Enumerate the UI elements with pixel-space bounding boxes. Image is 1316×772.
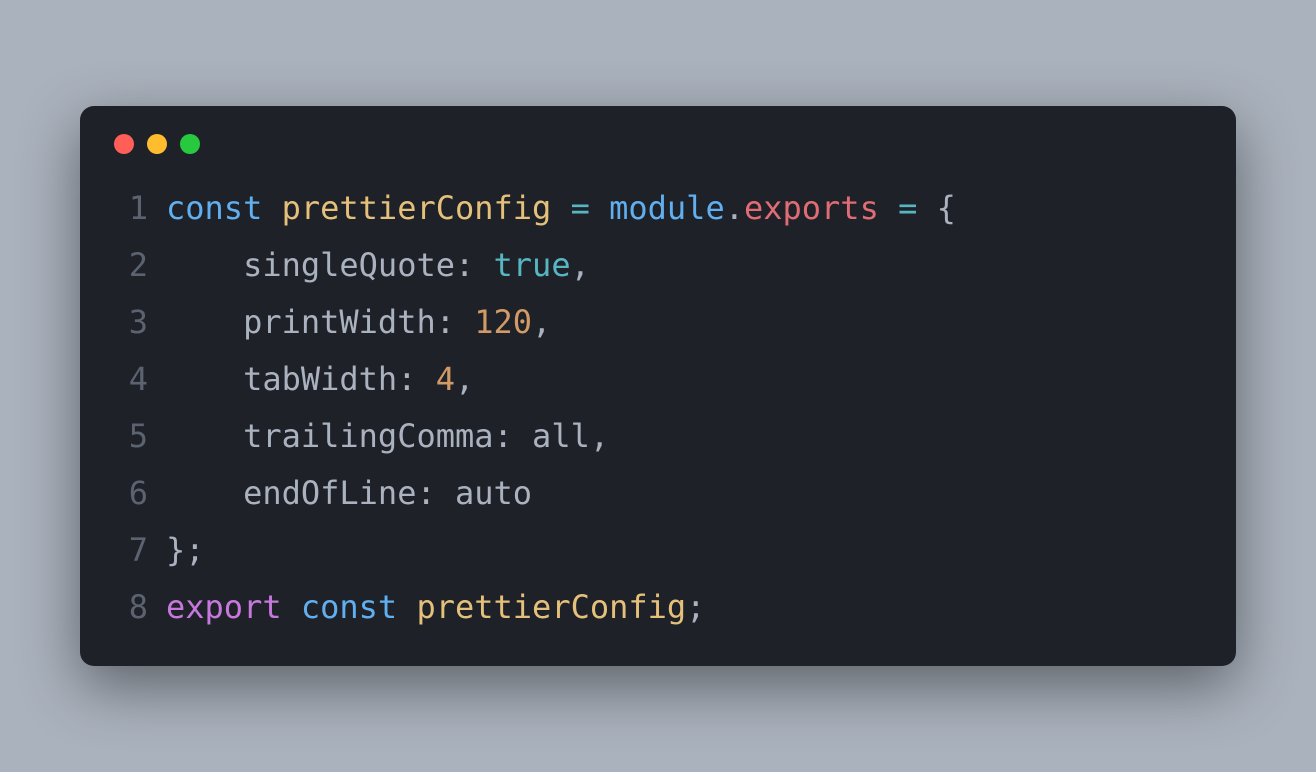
code-line[interactable]: 3 printWidth: 120, [110,294,1206,351]
code-token: = [898,189,917,227]
code-line[interactable]: 2 singleQuote: true, [110,237,1206,294]
code-token [166,360,243,398]
code-token [513,417,532,455]
code-line[interactable]: 6 endOfLine: auto [110,465,1206,522]
line-content[interactable]: singleQuote: true, [166,237,590,294]
code-token: trailingComma [243,417,493,455]
code-token: , [532,303,551,341]
code-token: singleQuote [243,246,455,284]
code-line[interactable]: 4 tabWidth: 4, [110,351,1206,408]
code-token: const [301,588,417,626]
code-token: const [166,189,282,227]
close-icon[interactable] [114,134,134,154]
code-token [166,303,243,341]
code-token: 4 [436,360,455,398]
code-token [436,474,455,512]
line-number: 1 [110,180,148,237]
code-block[interactable]: 1 const prettierConfig = module.exports =… [110,180,1206,636]
code-token: , [571,246,590,284]
code-token: endOfLine [243,474,416,512]
code-token: export [166,588,301,626]
code-token: : [397,360,416,398]
code-window: 1 const prettierConfig = module.exports =… [80,106,1236,666]
line-number: 2 [110,237,148,294]
code-token: }; [166,531,205,569]
code-line[interactable]: 5 trailingComma: all, [110,408,1206,465]
code-token [455,303,474,341]
code-token: printWidth [243,303,436,341]
line-number: 4 [110,351,148,408]
line-content[interactable]: printWidth: 120, [166,294,551,351]
code-token: ; [686,588,705,626]
code-token: prettierConfig [282,189,552,227]
code-token: : [494,417,513,455]
code-token [551,189,570,227]
minimize-icon[interactable] [147,134,167,154]
code-token: : [436,303,455,341]
code-token: , [590,417,609,455]
line-number: 6 [110,465,148,522]
window-traffic-lights [114,134,1206,154]
code-token [590,189,609,227]
code-token: all [532,417,590,455]
code-token: true [494,246,571,284]
code-line[interactable]: 1 const prettierConfig = module.exports =… [110,180,1206,237]
code-token: . [725,189,744,227]
code-token: { [937,189,956,227]
code-token: exports [744,189,879,227]
code-token [166,246,243,284]
code-token [166,417,243,455]
line-content[interactable]: const prettierConfig = module.exports = … [166,180,956,237]
code-token [166,474,243,512]
line-number: 3 [110,294,148,351]
line-content[interactable]: }; [166,522,205,579]
code-token: auto [455,474,532,512]
line-content[interactable]: export const prettierConfig; [166,579,705,636]
zoom-icon[interactable] [180,134,200,154]
line-content[interactable]: tabWidth: 4, [166,351,474,408]
code-line[interactable]: 7}; [110,522,1206,579]
code-token: , [455,360,474,398]
code-token: prettierConfig [416,588,686,626]
code-token [416,360,435,398]
code-token: = [571,189,590,227]
line-number: 7 [110,522,148,579]
code-token [474,246,493,284]
line-number: 8 [110,579,148,636]
code-token: tabWidth [243,360,397,398]
code-token [917,189,936,227]
line-content[interactable]: trailingComma: all, [166,408,609,465]
code-token [879,189,898,227]
code-line[interactable]: 8 export const prettierConfig; [110,579,1206,636]
code-token: : [416,474,435,512]
code-token: module [609,189,725,227]
line-content[interactable]: endOfLine: auto [166,465,532,522]
code-token: : [455,246,474,284]
line-number: 5 [110,408,148,465]
code-token: 120 [474,303,532,341]
